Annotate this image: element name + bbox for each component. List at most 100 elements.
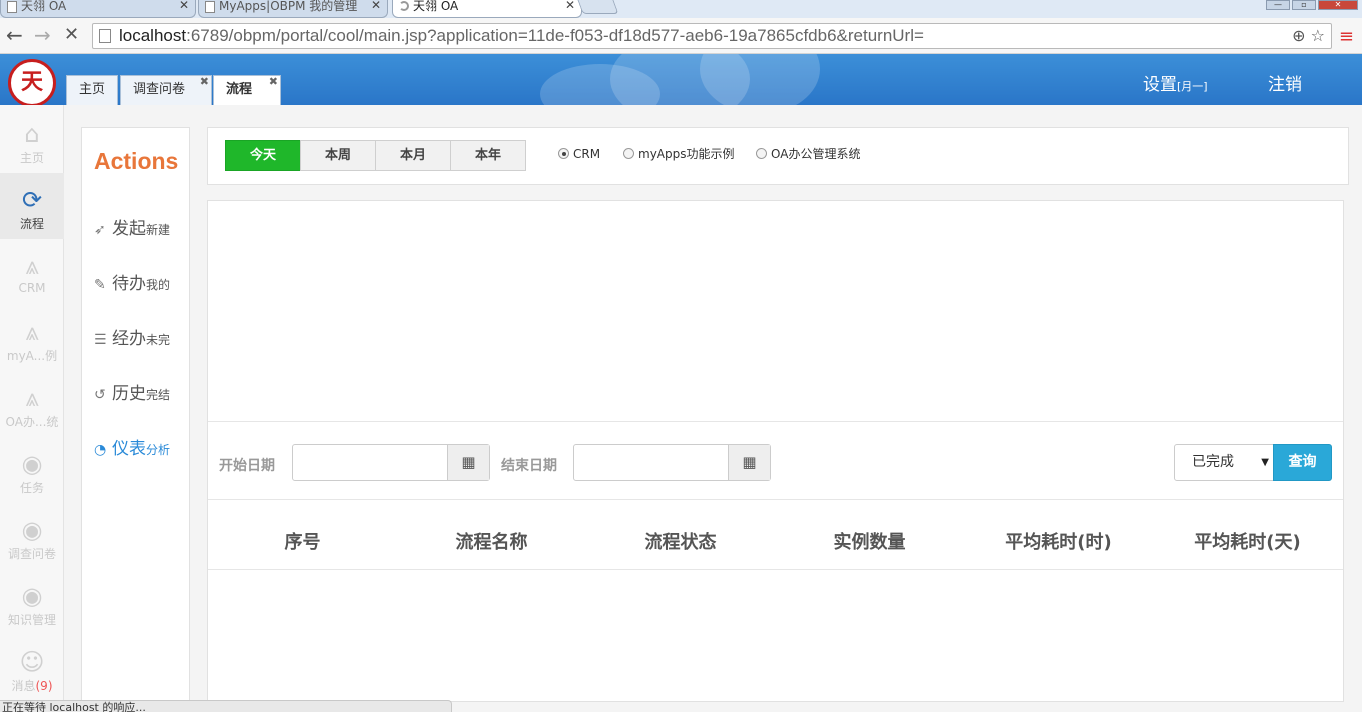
app-tab-label: 流程 — [226, 82, 253, 97]
pie-chart-icon: ◔ — [94, 442, 107, 458]
browser-tab-title: MyApps|OBPM 我的管理 — [219, 0, 358, 13]
start-date-input[interactable] — [299, 453, 439, 468]
column-header: 平均耗时(天) — [1194, 532, 1301, 553]
rail-item-oa[interactable]: ⩓ OA办...统 — [0, 371, 64, 437]
action-start[interactable]: ➶ 发起新建 — [94, 214, 170, 239]
maximize-icon[interactable]: ▫ — [1292, 0, 1316, 10]
logout-link[interactable]: 注销 — [1268, 70, 1302, 95]
close-icon[interactable]: ✖ — [269, 68, 278, 96]
home-icon: ⌂ — [24, 120, 40, 148]
dashboard-panel: 开始日期 ▦ 结束日期 ▦ 已完成 ▼ 查询 序号 流程名称 流程状态 实例数量 … — [207, 200, 1344, 702]
rail-item-crm[interactable]: ⩓ CRM — [0, 239, 64, 305]
url-text[interactable]: localhost:6789/obpm/portal/cool/main.jsp… — [119, 26, 924, 46]
app-radio-crm[interactable]: CRM — [558, 147, 600, 161]
end-date-input[interactable] — [580, 453, 720, 468]
page-icon — [205, 1, 215, 13]
action-dashboard[interactable]: ◔ 仪表分析 — [94, 434, 170, 459]
radio-dot — [623, 148, 634, 159]
app-tab-label: 调查问卷 — [133, 82, 186, 97]
close-icon[interactable]: ✕ — [371, 0, 381, 12]
left-icon-rail: ⌂ 主页 ⟳ 流程 ⩓ CRM ⩓ myA...例 ⩓ OA办...统 ◉ 任务 ◉ 调查问卷… — [0, 105, 64, 712]
list-icon: ☰ — [94, 332, 107, 348]
app-tab-home[interactable]: 主页 — [66, 75, 119, 105]
knowledge-icon: ◉ — [21, 582, 43, 610]
end-date-label: 结束日期 — [501, 458, 557, 474]
column-header: 流程状态 — [644, 532, 717, 553]
address-bar[interactable]: localhost:6789/obpm/portal/cool/main.jsp… — [92, 23, 1332, 49]
settings-link[interactable]: 设置[月一] — [1143, 70, 1208, 95]
period-week-button[interactable]: 本周 — [300, 140, 376, 171]
rail-item-home[interactable]: ⌂ 主页 — [0, 107, 64, 173]
period-year-button[interactable]: 本年 — [450, 140, 526, 171]
page-icon — [7, 1, 17, 13]
browser-tab-2[interactable]: MyApps|OBPM 我的管理 ✕ — [198, 0, 388, 18]
bookmark-star-icon[interactable]: ☆ — [1311, 26, 1325, 45]
column-header: 平均耗时(时) — [1005, 532, 1112, 553]
period-month-button[interactable]: 本月 — [375, 140, 451, 171]
rail-item-task[interactable]: ◉ 任务 — [0, 437, 64, 503]
period-today-button[interactable]: 今天 — [225, 140, 301, 171]
app-icon: ⩓ — [25, 318, 39, 346]
message-icon: ☺ — [19, 648, 45, 676]
calendar-icon[interactable]: ▦ — [728, 445, 770, 480]
browser-toolbar: ← → ✕ localhost:6789/obpm/portal/cool/ma… — [0, 18, 1362, 54]
rail-item-message[interactable]: ☺ 消息(9) — [0, 635, 64, 701]
message-count-badge: (9) — [35, 679, 53, 693]
radio-dot — [756, 148, 767, 159]
browser-tabstrip: 天翎 OA ✕ MyApps|OBPM 我的管理 ✕ 天翎 OA ✕ — ▫ ✕ — [0, 0, 1362, 18]
action-pending[interactable]: ✎ 待办我的 — [94, 269, 170, 294]
close-icon[interactable]: ✕ — [565, 0, 575, 12]
page-icon — [99, 29, 111, 43]
close-icon[interactable]: ✖ — [200, 68, 209, 96]
dropdown-caret-icon: ▼ — [1261, 457, 1269, 468]
stop-icon[interactable]: ✕ — [64, 24, 79, 46]
start-date-field[interactable]: ▦ — [292, 444, 490, 481]
app-tab-label: 主页 — [79, 82, 106, 97]
forward-arrow-icon[interactable]: → — [34, 24, 51, 46]
query-row: 开始日期 ▦ 结束日期 ▦ 已完成 ▼ 查询 — [208, 422, 1343, 500]
chart-area — [208, 201, 1343, 422]
app-tab-workflow[interactable]: 流程 ✖ — [213, 75, 282, 105]
browser-tab-title: 天翎 OA — [21, 0, 67, 13]
app-icon: ⩓ — [25, 384, 39, 412]
window-controls: — ▫ ✕ — [1266, 0, 1358, 10]
back-arrow-icon[interactable]: ← — [6, 24, 23, 46]
app-radio-oa[interactable]: OA办公管理系统 — [756, 145, 860, 162]
workflow-icon: ⟳ — [21, 186, 43, 214]
minimize-icon[interactable]: — — [1266, 0, 1290, 10]
end-date-field[interactable]: ▦ — [573, 444, 771, 481]
rail-item-survey[interactable]: ◉ 调查问卷 — [0, 503, 64, 569]
close-window-icon[interactable]: ✕ — [1318, 0, 1358, 10]
app-icon: ⩓ — [25, 252, 39, 280]
search-button[interactable]: 查询 — [1273, 444, 1332, 481]
browser-tab-1[interactable]: 天翎 OA ✕ — [0, 0, 196, 18]
header-cloud-decor — [700, 54, 820, 105]
app-tab-survey[interactable]: 调查问卷 ✖ — [120, 75, 213, 105]
actions-panel: Actions ➶ 发起新建 ✎ 待办我的 ☰ 经办未完 ↺ 历史完结 ◔ 仪表分析 — [81, 127, 190, 712]
action-history[interactable]: ↺ 历史完结 — [94, 379, 170, 404]
history-icon: ↺ — [94, 387, 106, 403]
calendar-icon[interactable]: ▦ — [447, 445, 489, 480]
app-logo: 天翎 — [8, 59, 56, 105]
rocket-icon: ➶ — [94, 222, 106, 238]
zoom-star-icons: ⊕ ☆ — [1292, 26, 1325, 45]
browser-tab-3[interactable]: 天翎 OA ✕ — [392, 0, 582, 18]
column-header: 实例数量 — [833, 532, 906, 553]
new-tab-button[interactable] — [577, 0, 619, 14]
status-select[interactable]: 已完成 ▼ — [1174, 444, 1274, 481]
loading-spinner-icon — [399, 1, 409, 11]
browser-tab-title: 天翎 OA — [413, 0, 459, 13]
browser-menu-icon[interactable]: ≡ — [1339, 26, 1354, 47]
zoom-icon[interactable]: ⊕ — [1292, 26, 1305, 45]
rail-item-knowledge[interactable]: ◉ 知识管理 — [0, 569, 64, 635]
radio-dot — [558, 148, 569, 159]
close-icon[interactable]: ✕ — [179, 0, 189, 12]
rail-item-myapps[interactable]: ⩓ myA...例 — [0, 305, 64, 371]
action-handled[interactable]: ☰ 经办未完 — [94, 324, 170, 349]
filter-bar: 今天 本周 本月 本年 CRM myApps功能示例 OA办公管理系统 — [207, 127, 1349, 185]
browser-status-bar: 正在等待 localhost 的响应... — [0, 700, 452, 712]
table-header: 序号 流程名称 流程状态 实例数量 平均耗时(时) 平均耗时(天) — [208, 501, 1343, 570]
rail-item-workflow[interactable]: ⟳ 流程 — [0, 173, 64, 239]
app-radio-myapps[interactable]: myApps功能示例 — [623, 145, 735, 162]
edit-icon: ✎ — [94, 277, 106, 293]
